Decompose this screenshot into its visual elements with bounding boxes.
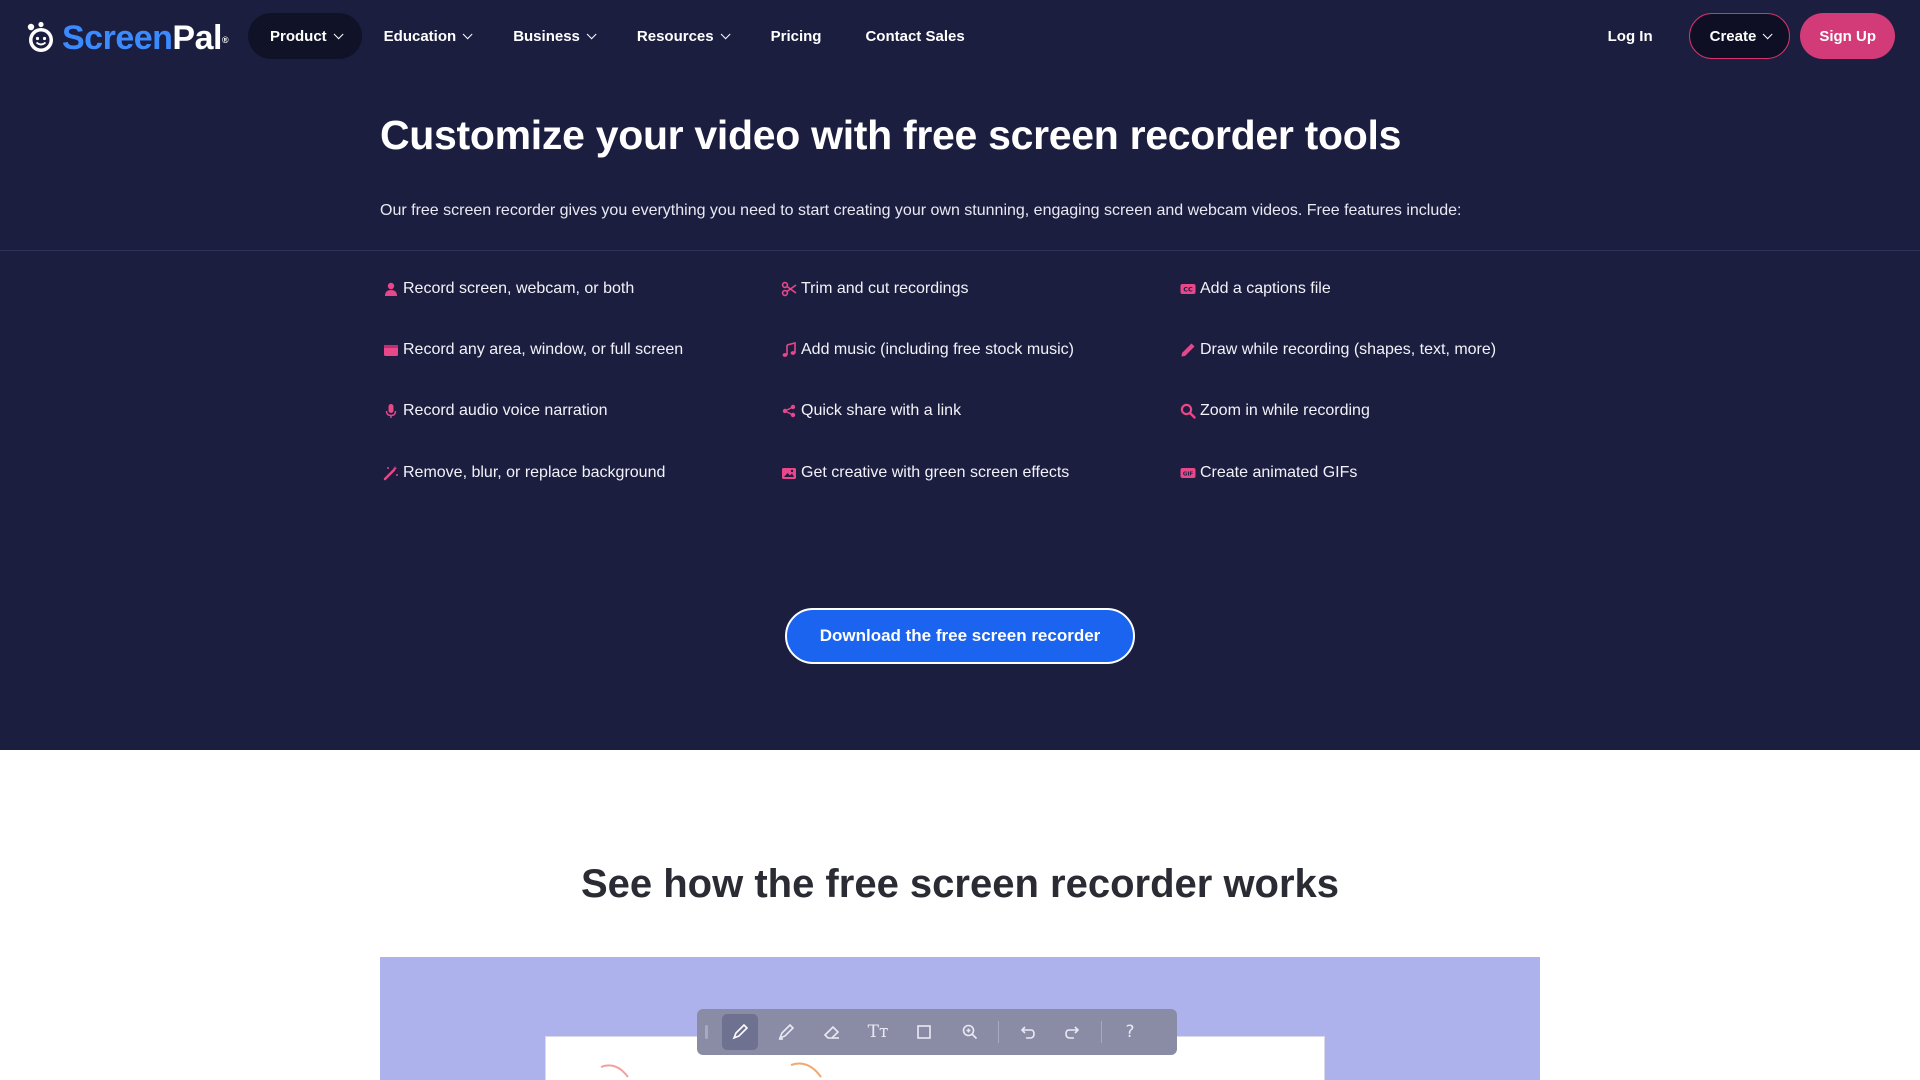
- help-button[interactable]: ?: [1112, 1014, 1148, 1050]
- nav-actions: Log In Create Sign Up: [1608, 13, 1895, 59]
- person-icon: [385, 282, 397, 296]
- undo-button[interactable]: [1009, 1014, 1045, 1050]
- drawing-toolbar: Tт ?: [697, 1009, 1177, 1055]
- nav-item-contact-sales[interactable]: Contact Sales: [843, 13, 986, 59]
- section-title: See how the free screen recorder works: [580, 862, 1340, 906]
- undo-icon: [1020, 1026, 1035, 1039]
- magic-wand-icon: [383, 466, 398, 481]
- list-item: Zoom in while recording: [1180, 402, 1370, 420]
- download-button[interactable]: Download the free screen recorder: [785, 608, 1135, 664]
- chevron-down-icon: [586, 28, 597, 39]
- screenpal-logo-icon: [27, 21, 53, 52]
- text-tool-icon: Tт: [867, 1022, 889, 1042]
- create-button[interactable]: Create: [1688, 13, 1791, 59]
- list-item: CC Add a captions file: [1180, 280, 1331, 298]
- music-note-icon: [782, 342, 796, 357]
- pen-icon: [1181, 343, 1195, 357]
- logo-text: ScreenPal®: [62, 19, 229, 57]
- list-item: Add music (including free stock music): [781, 341, 1074, 359]
- toolbar-separator: [1101, 1021, 1102, 1043]
- page-title: Customize your video with free screen re…: [380, 112, 1402, 158]
- zoom-icon: [1180, 403, 1196, 419]
- nav-menu: Product Education Business Resources Pri…: [248, 13, 987, 59]
- window-icon: [384, 345, 398, 356]
- login-link[interactable]: Log In: [1608, 28, 1653, 45]
- chevron-down-icon: [720, 28, 731, 39]
- list-item: Quick share with a link: [781, 402, 961, 420]
- list-item: Record audio voice narration: [383, 402, 608, 420]
- text-tool-button[interactable]: Tт: [860, 1014, 896, 1050]
- chevron-down-icon: [462, 28, 473, 39]
- highlighter-icon: [778, 1023, 795, 1040]
- toolbar-drag-handle[interactable]: [705, 1025, 708, 1039]
- chevron-down-icon: [333, 28, 344, 39]
- nav-item-business[interactable]: Business: [491, 13, 615, 59]
- scissors-icon: [781, 281, 797, 297]
- list-item: GIF Create animated GIFs: [1180, 464, 1357, 482]
- list-item: Remove, blur, or replace background: [383, 464, 665, 482]
- list-item: Get creative with green screen effects: [781, 464, 1069, 482]
- zoom-tool-button[interactable]: [952, 1014, 988, 1050]
- pen-icon: [732, 1023, 749, 1040]
- list-item: Record screen, webcam, or both: [383, 280, 634, 298]
- share-icon: [782, 404, 796, 418]
- svg-text:GIF: GIF: [1183, 471, 1194, 477]
- hero-description: Our free screen recorder gives you every…: [380, 202, 1462, 219]
- list-item: Trim and cut recordings: [781, 280, 968, 298]
- gif-icon: GIF: [1180, 468, 1196, 478]
- shape-tool-button[interactable]: [906, 1014, 942, 1050]
- image-icon: [782, 468, 796, 479]
- redo-icon: [1065, 1026, 1080, 1039]
- nav-item-product[interactable]: Product: [248, 13, 362, 59]
- svg-text:CC: CC: [1183, 286, 1193, 294]
- top-nav: ScreenPal® Product Education Business Re…: [0, 0, 1920, 74]
- help-icon: ?: [1125, 1022, 1135, 1042]
- divider: [0, 250, 1920, 251]
- nav-item-education[interactable]: Education: [362, 13, 492, 59]
- captions-icon: CC: [1180, 284, 1196, 294]
- list-item: Record any area, window, or full screen: [383, 341, 683, 359]
- zoom-icon: [962, 1024, 978, 1040]
- highlighter-tool-button[interactable]: [768, 1014, 804, 1050]
- demo-preview: Tт ?: [380, 957, 1540, 1080]
- redo-button[interactable]: [1055, 1014, 1091, 1050]
- signup-button[interactable]: Sign Up: [1800, 13, 1895, 59]
- hero-section: ScreenPal® Product Education Business Re…: [0, 0, 1920, 750]
- toolbar-separator: [998, 1021, 999, 1043]
- eraser-icon: [823, 1025, 840, 1039]
- microphone-icon: [385, 404, 397, 418]
- list-item: Draw while recording (shapes, text, more…: [1180, 341, 1496, 359]
- chevron-down-icon: [1762, 28, 1773, 39]
- logo[interactable]: ScreenPal®: [24, 19, 229, 57]
- square-icon: [917, 1025, 931, 1039]
- eraser-tool-button[interactable]: [814, 1014, 850, 1050]
- pen-tool-button[interactable]: [722, 1014, 758, 1050]
- nav-item-pricing[interactable]: Pricing: [749, 13, 844, 59]
- nav-item-resources[interactable]: Resources: [615, 13, 749, 59]
